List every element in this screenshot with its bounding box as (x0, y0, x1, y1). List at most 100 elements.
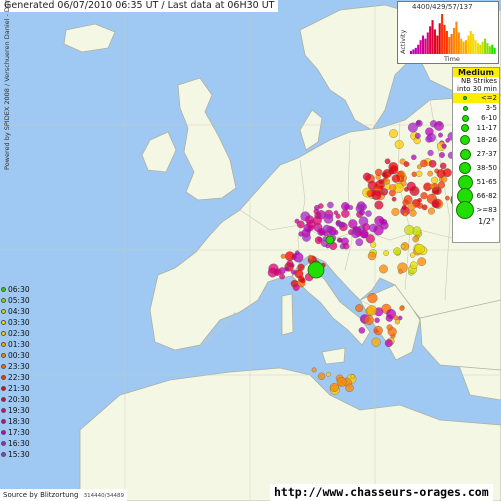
credits-text: Powered by SPIDEX 2008 / Verschueren Dan… (3, 0, 11, 170)
activity-bar (488, 46, 491, 54)
strike-marker (384, 339, 393, 348)
strike-marker (340, 222, 346, 228)
activity-bar (426, 32, 429, 54)
strike-marker (371, 337, 381, 347)
strike-marker (318, 203, 324, 209)
time-color-dot (1, 430, 6, 435)
strike-marker (374, 317, 380, 323)
strike-marker (404, 225, 415, 235)
activity-bar (479, 44, 482, 54)
strike-marker (417, 257, 427, 267)
activity-bar (417, 44, 420, 54)
time-color-dot (1, 364, 6, 369)
activity-bar (429, 26, 432, 54)
activity-bar (457, 32, 460, 54)
strike-marker (308, 255, 313, 261)
activity-bar (486, 43, 489, 54)
strike-marker (273, 268, 282, 276)
recent-strike-marker (307, 261, 325, 279)
time-scale-row: 02:30 (1, 328, 43, 339)
legend-row: 51-65 (453, 174, 499, 190)
strike-marker (414, 132, 421, 139)
time-label: 02:30 (8, 329, 30, 338)
time-color-dot (1, 342, 6, 347)
strike-marker (306, 219, 316, 229)
strike-marker (355, 238, 364, 247)
strike-marker (373, 225, 384, 236)
strike-marker (429, 183, 435, 189)
time-color-dot (1, 298, 6, 303)
strike-marker (290, 263, 295, 268)
time-scale-row: 18:30 (1, 416, 43, 427)
strike-marker (391, 196, 397, 202)
activity-bar (469, 30, 472, 54)
strike-marker (407, 202, 416, 211)
time-scale-row: 15:30 (1, 449, 43, 460)
activity-bar (419, 40, 422, 54)
time-label: 15:30 (8, 450, 30, 459)
strike-size-icon (461, 114, 469, 122)
strike-marker (296, 220, 305, 229)
legend-row-label: 38-50 (476, 164, 497, 172)
strike-marker (421, 204, 428, 211)
legend-row-label: 66-82 (476, 192, 497, 200)
strike-marker (338, 237, 343, 243)
time-label: 03:30 (8, 318, 30, 327)
activity-bar (438, 23, 441, 54)
strike-marker (348, 219, 358, 229)
activity-bar (414, 47, 417, 54)
activity-ylabel: Activity (399, 29, 407, 54)
time-scale-row: 03:30 (1, 317, 43, 328)
time-label: 06:30 (8, 285, 30, 294)
strike-marker (402, 199, 409, 206)
strike-marker (311, 367, 317, 373)
strike-marker (375, 168, 383, 177)
time-scale-row: 20:30 (1, 394, 43, 405)
strike-size-icon (460, 135, 470, 145)
strike-marker (428, 159, 437, 168)
strike-size-icon (461, 124, 469, 132)
strike-marker (427, 170, 434, 177)
strike-marker (427, 149, 434, 156)
activity-bar (436, 35, 439, 54)
activity-bar (474, 40, 477, 54)
strike-marker (427, 207, 435, 215)
activity-bar (467, 35, 470, 54)
strike-marker (336, 221, 342, 227)
strike-marker (381, 172, 387, 178)
activity-counts: 4400/429/57/137 (412, 3, 473, 11)
legend-row: 27-37 (453, 147, 499, 161)
strike-marker (293, 252, 304, 263)
legend-row-label: 18-26 (476, 136, 497, 144)
time-scale-row: 21:30 (1, 383, 43, 394)
time-color-dot (1, 353, 6, 358)
legend-title-2: into 30 min (457, 85, 497, 93)
strike-marker (398, 269, 403, 275)
time-color-dot (1, 452, 6, 457)
strike-marker (290, 269, 296, 275)
strike-marker (358, 209, 366, 216)
strike-marker (327, 201, 334, 209)
source-credit: Source by Blitzortung 314440/34489 (0, 489, 128, 501)
legend-row: >=83 (453, 201, 499, 219)
strike-marker (389, 129, 398, 138)
time-label: 22:30 (8, 373, 30, 382)
time-scale-row: 06:30 (1, 284, 43, 295)
strike-marker (415, 120, 421, 126)
strike-marker (414, 244, 425, 255)
activity-bars (410, 14, 496, 54)
activity-bar (445, 30, 448, 54)
strike-marker (370, 241, 377, 248)
strike-marker (411, 171, 417, 177)
strike-marker (362, 172, 372, 181)
legend-row: 6-10 (453, 113, 499, 123)
time-color-dot (1, 441, 6, 446)
activity-bar (491, 44, 494, 54)
strike-marker (386, 324, 393, 331)
time-color-dot (1, 309, 6, 314)
site-url[interactable]: http://www.chasseurs-orages.com (270, 484, 493, 501)
strike-size-icon (463, 96, 467, 100)
activity-bar (455, 21, 458, 54)
strike-marker (342, 242, 350, 250)
strike-marker (355, 304, 364, 313)
